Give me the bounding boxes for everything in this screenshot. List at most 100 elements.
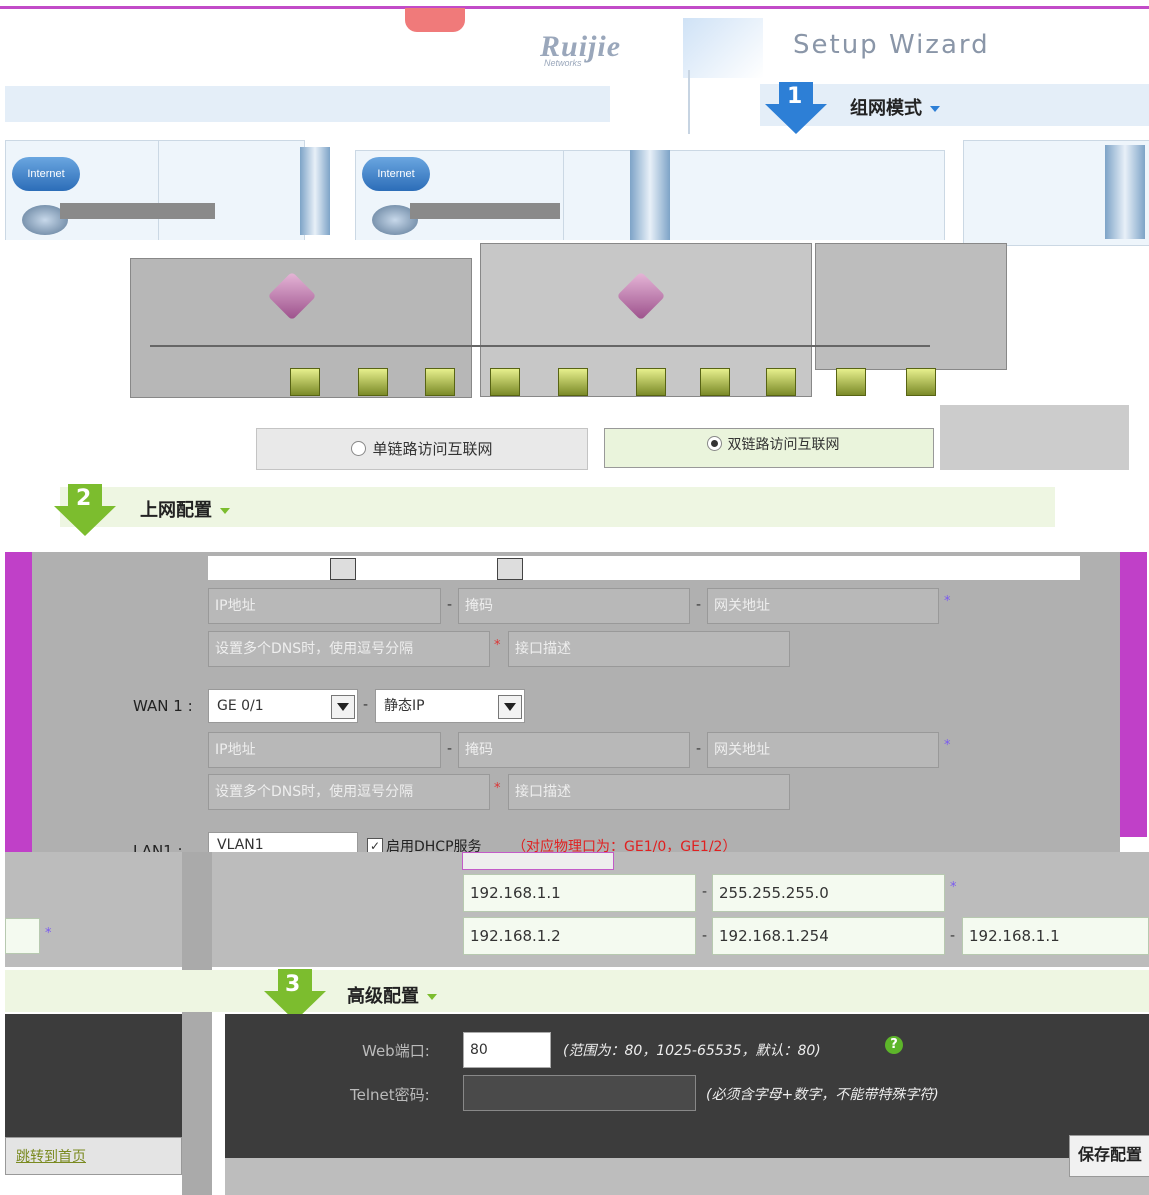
wan1-gateway-input[interactable]: 网关地址 [707, 732, 939, 768]
lan-field-fragment[interactable] [5, 918, 40, 954]
tooltip-fragment [462, 852, 614, 870]
wan1-port-select[interactable]: GE 0/1 [208, 689, 358, 723]
required-marker: * [45, 926, 52, 941]
help-icon[interactable]: ? [885, 1036, 903, 1054]
pc-icon [766, 368, 796, 396]
telnet-password-hint: (必须含字母+数字，不能带特殊字符) [706, 1087, 939, 1103]
lan1-vlan-value: VLAN1 [217, 837, 264, 853]
step1-title-text: 组网模式 [850, 98, 922, 119]
wan1-mask-input[interactable]: 掩码 [458, 732, 690, 768]
required-marker: * [494, 638, 501, 653]
step3-title-text: 高级配置 [347, 986, 419, 1007]
pc-icon [490, 368, 520, 396]
single-link-label: 单链路访问互联网 [372, 440, 493, 458]
wan1-port-value: GE 0/1 [217, 698, 264, 714]
server-rack-icon-2 [630, 150, 670, 240]
dropdown-icon[interactable] [330, 558, 356, 580]
header-divider [688, 70, 690, 134]
separator: - [696, 597, 702, 613]
required-marker: * [950, 880, 957, 895]
wan1-dns-input[interactable]: 设置多个DNS时，使用逗号分隔 [208, 774, 490, 810]
wan0-mask-input[interactable]: 掩码 [458, 588, 690, 624]
dual-link-label: 双链路访问互联网 [727, 437, 840, 453]
dual-link-option[interactable]: 双链路访问互联网 [604, 428, 934, 468]
required-marker: * [944, 738, 951, 753]
separator: - [447, 597, 453, 613]
logo-decoration [405, 8, 465, 32]
dhcp-end-input[interactable]: 192.168.1.254 [712, 917, 945, 955]
skip-to-home-link[interactable]: 跳转到首页 [16, 1146, 86, 1166]
pc-icon [906, 368, 936, 396]
lan-ip-input[interactable]: 192.168.1.1 [463, 874, 696, 912]
dhcp-start-input[interactable]: 192.168.1.2 [463, 917, 696, 955]
single-link-radio[interactable] [351, 441, 367, 456]
chevron-down-icon[interactable] [498, 695, 522, 719]
chevron-down-icon[interactable] [331, 695, 355, 719]
required-marker: * [944, 594, 951, 609]
dual-link-radio[interactable] [706, 436, 722, 451]
internet-cloud-icon: Internet [12, 157, 80, 191]
dhcp-dns-input[interactable]: 192.168.1.1 [962, 917, 1149, 955]
wan1-mode-select[interactable]: 静态IP [375, 689, 525, 723]
step1-title[interactable]: 组网模式 [850, 94, 940, 120]
topology-panel-right [563, 150, 945, 246]
footer-bar [225, 1158, 1149, 1195]
wan1-mode-value: 静态IP [384, 698, 425, 714]
wan0-dns-input[interactable]: 设置多个DNS时，使用逗号分隔 [208, 631, 490, 667]
option-filler [940, 405, 1129, 470]
link-line-2 [410, 203, 560, 219]
pc-icon [836, 368, 866, 396]
wizard-title: Setup Wizard [793, 30, 990, 60]
step1-collapse-icon[interactable] [930, 106, 940, 112]
single-link-option[interactable]: 单链路访问互联网 [256, 428, 588, 470]
lan-mask-input[interactable]: 255.255.255.0 [712, 874, 945, 912]
step3-title[interactable]: 高级配置 [347, 982, 437, 1008]
brand-subtitle: Networks [544, 58, 582, 68]
pc-icon [558, 368, 588, 396]
pc-icon [700, 368, 730, 396]
step3-bar [5, 970, 1149, 1012]
separator: - [702, 884, 708, 900]
left-accent-strip [5, 552, 32, 852]
web-port-hint: (范围为：80，1025-65535，默认：80) [563, 1043, 821, 1059]
topology-panel-left-2 [158, 140, 305, 242]
diagram-panel-right [815, 243, 1007, 370]
header-accent-line [0, 6, 1149, 9]
server-rack-icon-3 [1105, 145, 1145, 239]
wan1-ip-input[interactable]: IP地址 [208, 732, 441, 768]
dropdown-icon[interactable] [497, 558, 523, 580]
footer-left-dark [5, 1014, 182, 1137]
step2-title[interactable]: 上网配置 [140, 496, 230, 522]
step3-number: 3 [285, 972, 301, 997]
pc-icon [636, 368, 666, 396]
wan0-ip-input[interactable]: IP地址 [208, 588, 441, 624]
server-rack-icon [300, 147, 330, 235]
telnet-password-input[interactable] [463, 1075, 696, 1111]
telnet-password-label: Telnet密码: [350, 1086, 430, 1104]
link-line [60, 203, 215, 219]
header-bar [5, 86, 610, 122]
pc-icon [425, 368, 455, 396]
wan0-desc-input[interactable]: 接口描述 [508, 631, 790, 667]
internet-cloud-icon-2: Internet [362, 157, 430, 191]
required-marker: * [494, 781, 501, 796]
step1-number: 1 [787, 84, 803, 109]
save-config-button[interactable]: 保存配置 [1069, 1135, 1149, 1177]
left-scroll-strip[interactable] [182, 852, 212, 1195]
wan1-label: WAN 1 : [133, 697, 193, 715]
separator: - [447, 741, 453, 757]
step3-collapse-icon[interactable] [427, 994, 437, 1000]
separator: - [696, 741, 702, 757]
pc-icon [290, 368, 320, 396]
web-port-input[interactable]: 80 [463, 1032, 551, 1068]
lan-bus-line [150, 345, 930, 347]
right-accent-strip [1120, 552, 1147, 837]
step2-title-text: 上网配置 [140, 500, 212, 521]
separator: - [950, 928, 956, 944]
wan0-gateway-input[interactable]: 网关地址 [707, 588, 939, 624]
separator: - [363, 697, 369, 713]
pc-icon [358, 368, 388, 396]
wan1-desc-input[interactable]: 接口描述 [508, 774, 790, 810]
step2-number: 2 [76, 486, 92, 511]
step2-collapse-icon[interactable] [220, 508, 230, 514]
